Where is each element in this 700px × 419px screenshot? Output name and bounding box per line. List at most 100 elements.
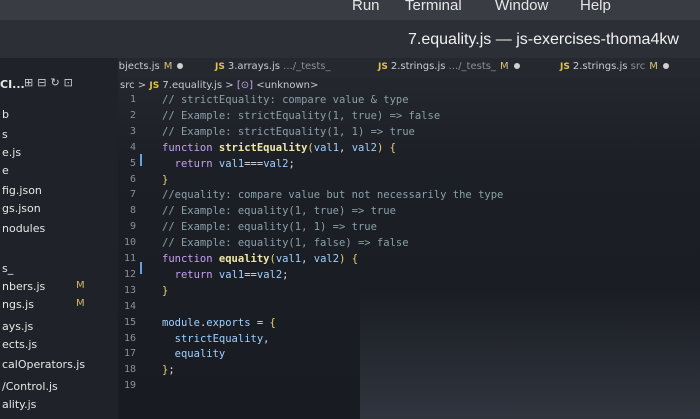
breadcrumb-separator: > [137,80,147,91]
tab-bar: 4.objects.js M JS 3.arrays.js .../_tests_ … [95,58,700,78]
code-token: ) { [339,253,359,265]
menu-run[interactable]: Run [352,0,380,14]
code-token: , [263,332,270,345]
code-token: === [244,157,264,170]
refresh-icon[interactable]: ↻ [50,76,63,89]
file-item[interactable]: ects.js [2,338,37,351]
unsaved-dot-icon [513,63,520,69]
file-item[interactable]: fig.json [2,184,42,197]
code-token: , [301,253,314,265]
menu-help[interactable]: Help [580,0,611,14]
code-token: // Example: strictEquality(1, 1) => true [162,125,415,138]
code-token: module [162,316,200,329]
code-token: //equality: compare value but not necess… [162,189,504,202]
code-token: val2 [256,268,283,281]
line-number: 19 [123,380,136,392]
code-token: } [162,284,169,297]
new-file-icon[interactable]: ⊞ [24,76,37,89]
modified-badge: M [499,61,509,72]
code-line: // Example: equality(1, 1) => true [162,221,377,233]
line-number: 15 [123,316,136,328]
menu-window[interactable]: Window [495,0,548,14]
modified-badge: M [76,298,85,309]
code-token: // Example: strictEquality(1, true) => f… [162,109,441,122]
tab-arrays[interactable]: JS 3.arrays.js .../_tests_ [215,61,331,72]
code-token: val1 [275,253,302,265]
line-number: 4 [129,141,136,153]
title-bar: 7.equality.js — js-exercises-thoma4kw [0,20,700,58]
line-number: 14 [123,300,136,312]
file-item[interactable]: gs.json [2,202,41,215]
file-item[interactable]: nodules [2,222,45,235]
tab-strings-tests[interactable]: JS 2.strings.js .../_tests_ M [378,61,520,72]
line-number: 5 [129,157,136,169]
line-number: 2 [129,109,136,121]
file-item[interactable]: ngs.js [2,298,34,311]
tab-label: 2.strings.js [572,61,628,72]
js-file-icon: JS [378,62,388,72]
window-title: 7.equality.js — js-exercises-thoma4kw [408,31,679,48]
line-number: 10 [123,237,136,249]
line-number: 16 [123,332,136,344]
line-number: 8 [129,205,136,217]
code-token: == [244,268,257,281]
code-token: val2 [263,157,289,170]
code-token: return [174,157,219,170]
file-item[interactable]: s_ [2,262,13,275]
code-token: function [162,141,219,154]
file-item[interactable]: ays.js [2,320,33,333]
file-item[interactable]: b [2,108,9,121]
tab-path: .../_tests_ [283,61,331,72]
js-file-icon: JS [149,81,160,91]
code-token: equality [174,348,226,361]
file-item[interactable]: calOperators.js [2,358,85,371]
code-token: } [162,173,169,186]
code-token: ) { [377,141,396,154]
code-token: val1 [218,268,245,281]
menu-terminal[interactable]: Terminal [405,0,462,14]
unsaved-dot-icon [177,63,184,69]
code-token: equality [218,253,270,265]
code-token: ; [168,364,175,377]
line-number: 12 [123,268,136,280]
code-token: = [250,316,270,329]
code-token: val1 [313,141,340,154]
collapse-icon[interactable]: ⊡ [64,76,77,89]
file-item[interactable]: e [2,164,9,177]
file-item[interactable]: e.js [2,146,21,159]
tab-strings-src[interactable]: JS 2.strings.js src M [560,61,669,72]
breadcrumb-separator: > [225,80,234,91]
line-number: 17 [123,348,136,360]
file-item[interactable]: ality.js [2,398,36,411]
code-token: strictEquality [174,332,264,345]
code-token: return [174,268,219,281]
explorer-header: CI... [0,78,25,91]
code-token: val1 [218,157,245,170]
line-number: 3 [129,125,136,137]
modified-badge: M [163,61,173,72]
line-number: 6 [129,173,136,185]
file-item[interactable]: nbers.js [2,280,45,293]
screen-glare [360,290,700,419]
new-folder-icon[interactable]: ⊟ [37,76,50,89]
breadcrumb-folder[interactable]: src [120,80,135,91]
code-token: , [339,141,352,154]
code-token: exports [206,316,251,329]
breadcrumb-symbol[interactable]: <unknown> [256,80,318,91]
menu-bar: Run Terminal Window Help [0,0,700,20]
code-line: // Example: equality(1, true) => true [162,205,396,217]
file-item[interactable]: /Control.js [2,380,58,393]
code-line: // Example: equality(1, false) => false [162,237,409,249]
js-file-icon: JS [560,62,570,72]
tab-label: 3.arrays.js [227,61,280,72]
line-number: 1 [129,94,136,105]
symbol-icon: [⊙] [236,80,254,91]
line-number: 13 [123,284,136,296]
line-number: 18 [123,364,136,376]
breadcrumb-file[interactable]: 7.equality.js [162,80,222,91]
file-item[interactable]: s [2,128,8,141]
code-line: return val1==val2; [162,269,289,281]
code-token: val2 [313,253,340,265]
code-line: //equality: compare value but not necess… [162,189,503,201]
